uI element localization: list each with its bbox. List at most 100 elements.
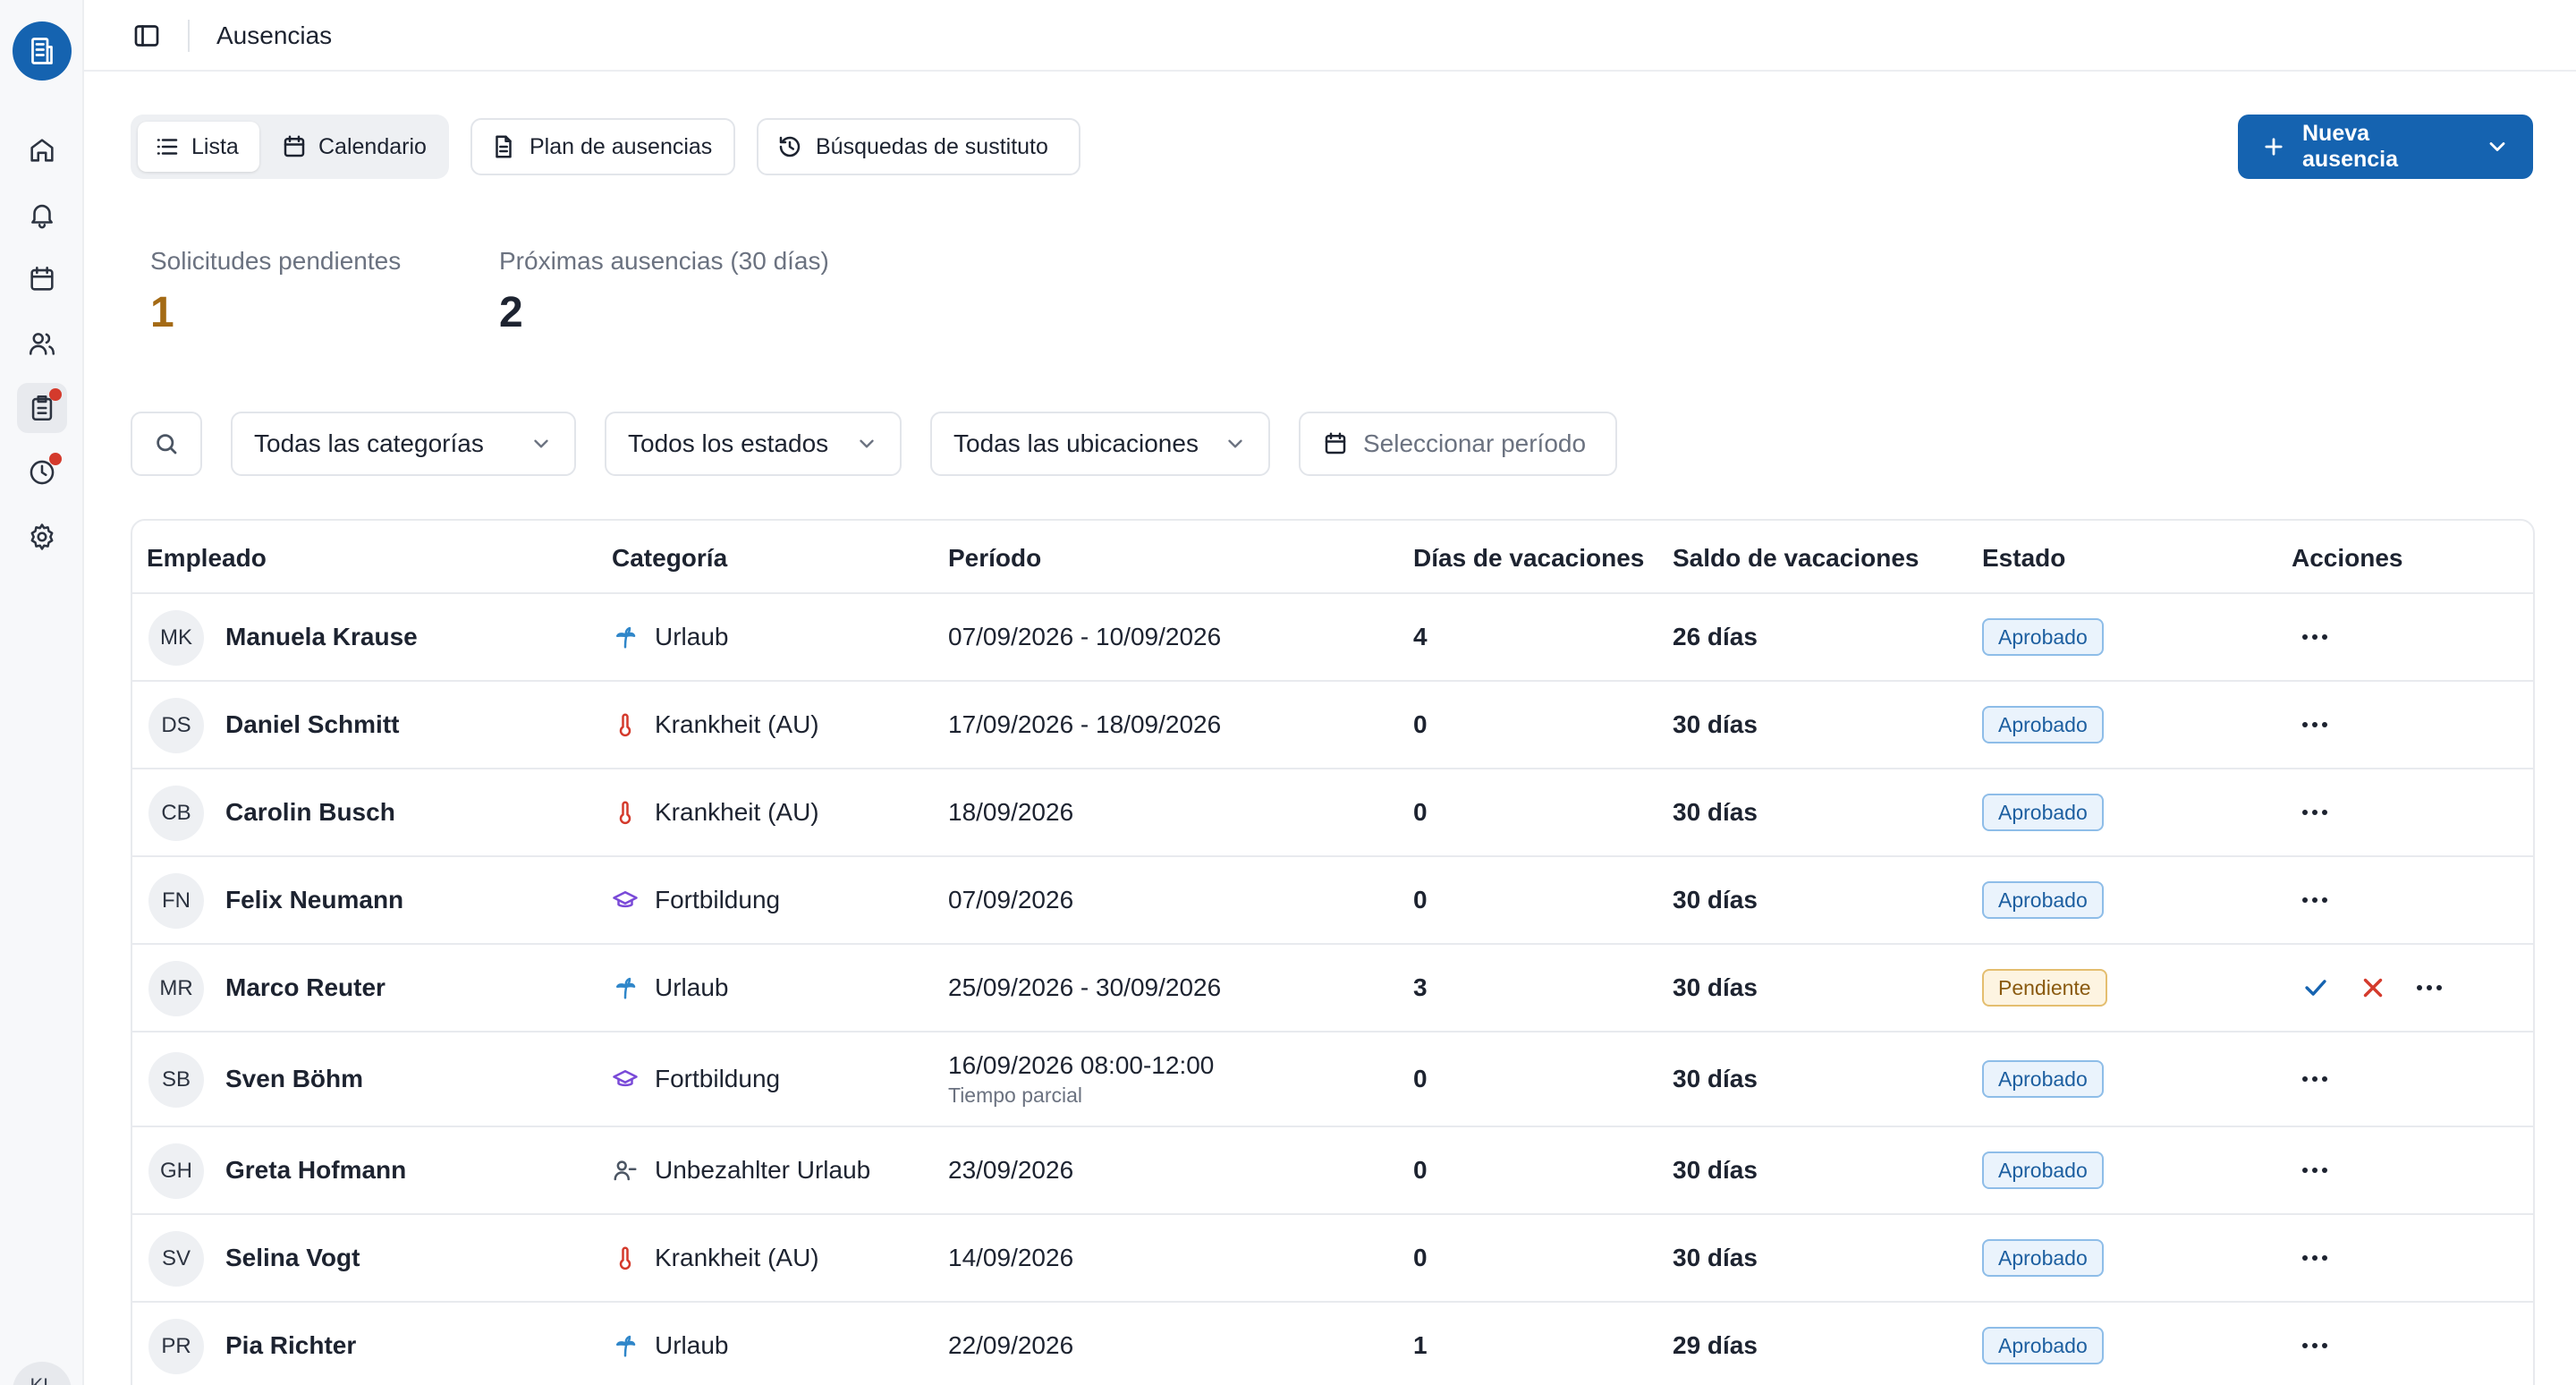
divider — [188, 20, 190, 52]
app-logo[interactable] — [13, 21, 72, 81]
toggle-sidebar-button[interactable] — [131, 20, 163, 52]
employee-avatar: SB — [148, 1052, 204, 1108]
approve-check-icon[interactable] — [2301, 973, 2331, 1003]
notification-dot — [49, 453, 62, 465]
location-filter[interactable]: Todas las ubicaciones — [930, 412, 1270, 476]
period-picker[interactable]: Seleccionar período — [1299, 412, 1617, 476]
employee-avatar: DS — [148, 698, 204, 753]
more-options-icon[interactable] — [2301, 1255, 2329, 1261]
chevron-down-icon[interactable] — [2485, 134, 2510, 159]
notification-dot — [49, 388, 62, 401]
more-options-icon[interactable] — [2301, 722, 2329, 727]
status-badge: Pendiente — [1982, 969, 2107, 1007]
table-row[interactable]: FN Felix Neumann Fortbildung 07/09/2026 0 30 … — [132, 857, 2533, 945]
table-row[interactable]: GH Greta Hofmann Unbezahlter Urlaub 23/09/2… — [132, 1127, 2533, 1215]
user-minus-icon — [614, 1160, 637, 1181]
more-options-icon[interactable] — [2301, 810, 2329, 815]
pending-requests-label: Solicitudes pendientes — [150, 247, 402, 275]
table-row[interactable]: DS Daniel Schmitt Krankheit (AU) 17/09/2026… — [132, 682, 2533, 769]
employee-name[interactable]: Daniel Schmitt — [225, 682, 399, 768]
column-category[interactable]: Categoría — [612, 544, 727, 573]
absence-plan-button[interactable]: Plan de ausencias — [470, 118, 735, 175]
thermometer-icon — [619, 1246, 631, 1270]
plus-icon — [2265, 138, 2283, 156]
column-vacation-days[interactable]: Días de vacaciones — [1413, 544, 1644, 573]
employee-name[interactable]: Carolin Busch — [225, 769, 395, 855]
tab-calendar[interactable]: Calendario — [265, 122, 443, 172]
period-cell: 07/09/2026 - 10/09/2026 — [948, 623, 1222, 650]
palm-tree-icon — [616, 626, 636, 649]
column-period[interactable]: Período — [948, 544, 1041, 573]
employee-avatar: CB — [148, 786, 204, 841]
column-vacation-balance[interactable]: Saldo de vacaciones — [1673, 544, 1919, 573]
category-filter[interactable]: Todas las categorías — [231, 412, 576, 476]
nav-settings[interactable] — [17, 512, 67, 562]
employee-name[interactable]: Sven Böhm — [225, 1032, 363, 1126]
nav-home[interactable] — [17, 125, 67, 175]
vacation-days-cell: 4 — [1413, 623, 1428, 650]
new-absence-button[interactable]: Nueva ausencia — [2238, 115, 2533, 179]
location-filter-value: Todas las ubicaciones — [953, 429, 1199, 457]
chevron-down-icon — [860, 439, 874, 448]
nav-absences[interactable] — [17, 383, 67, 433]
thermometer-icon — [619, 713, 631, 737]
nav-employees[interactable] — [17, 319, 67, 369]
employee-name[interactable]: Selina Vogt — [225, 1215, 360, 1301]
column-employee[interactable]: Empleado — [147, 544, 267, 573]
nav-calendar[interactable] — [17, 254, 67, 304]
more-options-icon[interactable] — [2415, 985, 2444, 990]
column-status[interactable]: Estado — [1982, 544, 2065, 573]
tab-calendar-label: Calendario — [318, 133, 427, 159]
vacation-days-cell: 0 — [1413, 798, 1428, 826]
table-row[interactable]: SV Selina Vogt Krankheit (AU) 14/09/2026 0 30… — [132, 1215, 2533, 1303]
table-row[interactable]: MR Marco Reuter Urlaub 25/09/2026 - 30/09/2… — [132, 945, 2533, 1032]
period-cell: 22/09/2026 — [948, 1331, 1074, 1359]
tab-list-label: Lista — [191, 133, 239, 159]
more-options-icon[interactable] — [2301, 1343, 2329, 1348]
category-cell: Urlaub — [612, 1303, 728, 1385]
category-cell: Unbezahlter Urlaub — [612, 1127, 870, 1213]
employee-name[interactable]: Manuela Krause — [225, 594, 418, 680]
table-row[interactable]: CB Carolin Busch Krankheit (AU) 18/09/2026 0… — [132, 769, 2533, 857]
building-icon — [31, 38, 53, 64]
vacation-balance-cell: 30 días — [1673, 798, 1758, 826]
search-button[interactable] — [131, 412, 202, 476]
more-options-icon[interactable] — [2301, 897, 2329, 903]
actions-cell — [2301, 682, 2329, 768]
tab-list[interactable]: Lista — [138, 122, 259, 172]
employee-avatar: FN — [148, 873, 204, 929]
top-bar: Ausencias — [84, 0, 2576, 72]
status-filter[interactable]: Todos los estados — [605, 412, 902, 476]
more-options-icon[interactable] — [2301, 1076, 2329, 1082]
employee-name[interactable]: Pia Richter — [225, 1303, 356, 1385]
user-avatar[interactable]: KL — [13, 1362, 72, 1385]
period-cell: 18/09/2026 — [948, 798, 1074, 826]
category-cell: Krankheit (AU) — [612, 682, 819, 768]
employee-name[interactable]: Felix Neumann — [225, 857, 403, 943]
employee-name[interactable]: Marco Reuter — [225, 945, 386, 1031]
vacation-balance-cell: 30 días — [1673, 1065, 1758, 1092]
more-options-icon[interactable] — [2301, 1168, 2329, 1173]
employee-avatar: MR — [148, 961, 204, 1016]
users-icon — [29, 333, 55, 355]
employee-name[interactable]: Greta Hofmann — [225, 1127, 406, 1213]
vacation-days-cell: 3 — [1413, 973, 1428, 1001]
category-cell: Krankheit (AU) — [612, 1215, 819, 1301]
nav-time-tracking[interactable] — [17, 447, 67, 497]
calendar-icon — [284, 135, 305, 157]
employee-avatar: SV — [148, 1231, 204, 1287]
status-badge: Aprobado — [1982, 1060, 2104, 1098]
table-row[interactable]: PR Pia Richter Urlaub 22/09/2026 1 29 días Apr… — [132, 1303, 2533, 1385]
category-cell: Fortbildung — [612, 1032, 780, 1126]
reject-x-icon[interactable] — [2358, 973, 2388, 1003]
category-label: Fortbildung — [655, 1065, 781, 1092]
table-row[interactable]: SB Sven Böhm Fortbildung 16/09/2026 08:00-1… — [132, 1032, 2533, 1127]
table-row[interactable]: MK Manuela Krause Urlaub 07/09/2026 - 10/09… — [132, 594, 2533, 682]
substitute-search-button[interactable]: Búsquedas de sustituto — [757, 118, 1080, 175]
vacation-balance-cell: 30 días — [1673, 710, 1758, 738]
bell-icon — [31, 204, 53, 229]
more-options-icon[interactable] — [2301, 634, 2329, 640]
category-label: Urlaub — [655, 1331, 729, 1359]
vacation-balance-cell: 30 días — [1673, 1156, 1758, 1184]
nav-notifications[interactable] — [17, 190, 67, 240]
